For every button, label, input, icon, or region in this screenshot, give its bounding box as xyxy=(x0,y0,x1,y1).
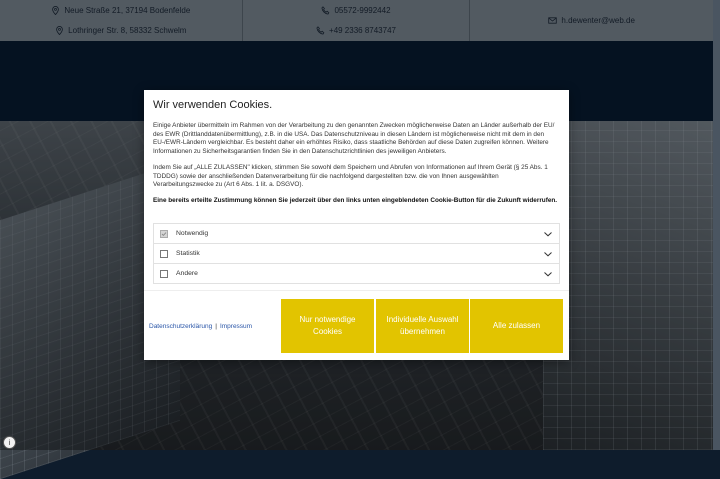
chevron-down-icon[interactable] xyxy=(543,250,553,258)
chevron-down-icon[interactable] xyxy=(543,270,553,278)
cookie-settings-button[interactable]: i xyxy=(3,436,16,449)
dialog-paragraph-1: Einige Anbieter übermitteln im Rahmen vo… xyxy=(153,122,555,156)
chevron-down-icon[interactable] xyxy=(543,230,553,238)
checkbox-other[interactable] xyxy=(160,269,168,278)
dialog-paragraph-2: Indem Sie auf „ALLE ZULASSEN" klicken, s… xyxy=(153,163,548,189)
info-icon: i xyxy=(8,438,11,447)
dialog-footer: Datenschutzerklärung | Impressum Nur notwe… xyxy=(144,290,569,361)
dialog-body: Einige Anbieter übermitteln im Rahmen vo… xyxy=(153,122,558,213)
option-necessary-label: Notwendig xyxy=(176,230,209,237)
save-selection-button[interactable]: Individuelle Auswahl übernehmen xyxy=(376,299,469,353)
accept-all-button[interactable]: Alle zulassen xyxy=(470,299,563,353)
privacy-policy-link[interactable]: Datenschutzerklärung xyxy=(149,323,212,330)
option-other-label: Andere xyxy=(176,270,198,277)
option-statistics-label: Statistik xyxy=(176,250,200,257)
option-statistics[interactable]: Statistik xyxy=(153,243,560,263)
imprint-link[interactable]: Impressum xyxy=(220,323,252,330)
option-other[interactable]: Andere xyxy=(153,263,560,284)
legal-links: Datenschutzerklärung | Impressum xyxy=(149,323,252,330)
dialog-paragraph-3: Eine bereits erteilte Zustimmung können … xyxy=(153,196,558,204)
cookie-consent-dialog: Wir verwenden Cookies. Einige Anbieter ü… xyxy=(144,90,569,360)
consent-options: Notwendig Statistik Andere xyxy=(153,223,560,284)
link-separator: | xyxy=(215,323,217,330)
page-scrollbar[interactable] xyxy=(713,0,720,450)
accept-necessary-button[interactable]: Nur notwendige Cookies xyxy=(281,299,374,353)
dialog-title: Wir verwenden Cookies. xyxy=(153,99,273,111)
option-necessary[interactable]: Notwendig xyxy=(153,223,560,243)
checkbox-necessary xyxy=(160,229,168,238)
checkbox-statistics[interactable] xyxy=(160,249,168,258)
